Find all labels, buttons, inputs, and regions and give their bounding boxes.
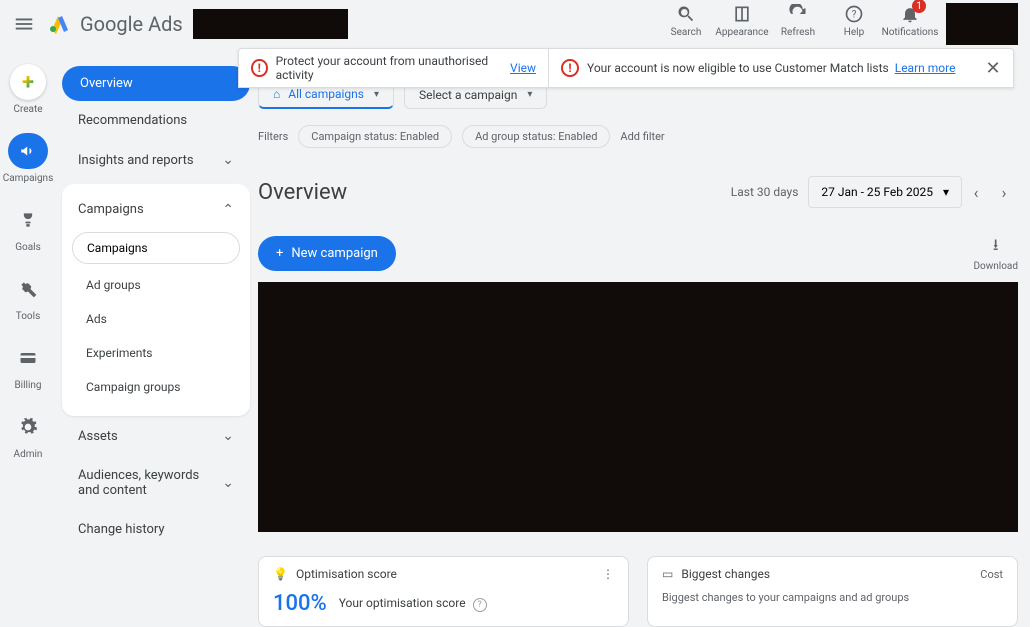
chevron-down-icon: ▾: [943, 185, 949, 199]
plus-icon: +: [22, 70, 34, 95]
search-button[interactable]: Search: [662, 3, 710, 38]
chip-campaign-status[interactable]: Campaign status: Enabled: [298, 125, 452, 148]
optimisation-score-label: Your optimisation score ?: [339, 596, 487, 612]
help-icon: ?: [844, 3, 864, 25]
summary-cards: 💡 Optimisation score ⋮ 100% Your optimis…: [258, 556, 1018, 627]
biggest-changes-sub: Biggest changes to your campaigns and ad…: [662, 591, 1003, 604]
nav-insights[interactable]: Insights and reports ⌄: [62, 140, 250, 180]
chevron-down-icon: ▾: [374, 89, 379, 100]
left-rail: + Create Campaigns Goals Tools Billing A…: [0, 56, 56, 460]
overview-header: Overview Last 30 days 27 Jan - 25 Feb 20…: [258, 176, 1018, 208]
gear-icon: [10, 409, 46, 445]
chevron-down-icon: ▾: [527, 89, 532, 100]
plus-icon: +: [276, 246, 283, 261]
trophy-icon: [10, 202, 46, 238]
nav-overview[interactable]: Overview: [62, 66, 250, 101]
rail-billing[interactable]: Billing: [10, 340, 46, 391]
nav-sub-adgroups[interactable]: Ad groups: [62, 268, 250, 302]
prev-period-button[interactable]: ‹: [962, 183, 990, 202]
date-range-picker[interactable]: 27 Jan - 25 Feb 2025 ▾: [808, 176, 962, 208]
card-optimisation-score: 💡 Optimisation score ⋮ 100% Your optimis…: [258, 556, 629, 627]
nav-change-history[interactable]: Change history: [62, 510, 250, 549]
hamburger-icon[interactable]: [12, 12, 36, 36]
product-name: Google Ads: [80, 12, 183, 36]
alert-bar: ! Protect your account from unauthorised…: [238, 48, 1014, 88]
google-ads-logo-icon: [48, 10, 72, 38]
nav-campaigns-header[interactable]: Campaigns ⌃: [62, 192, 250, 228]
nav-campaigns-group: Campaigns ⌃ Campaigns Ad groups Ads Expe…: [62, 184, 250, 416]
nav-sub-experiments[interactable]: Experiments: [62, 336, 250, 370]
megaphone-icon: [8, 133, 48, 169]
alert-learn-more-link[interactable]: Learn more: [895, 61, 956, 75]
appearance-icon: [732, 3, 752, 25]
search-icon: [676, 3, 696, 25]
filters-label: Filters: [258, 130, 288, 143]
card-icon: [10, 340, 46, 376]
chevron-down-icon: ⌄: [222, 475, 234, 491]
nav-assets[interactable]: Assets ⌄: [62, 416, 250, 456]
appearance-button[interactable]: Appearance: [718, 3, 766, 38]
notifications-button[interactable]: 1 Notifications: [886, 3, 934, 38]
download-icon: ⭳: [993, 234, 999, 261]
new-campaign-button[interactable]: + New campaign: [258, 236, 396, 271]
nav-recommendations[interactable]: Recommendations: [62, 101, 250, 140]
nav-sub-ads[interactable]: Ads: [62, 302, 250, 336]
refresh-button[interactable]: Refresh: [774, 3, 822, 38]
home-icon: ⌂: [273, 87, 280, 101]
alert-view-link[interactable]: View: [510, 61, 536, 75]
tools-icon: [10, 271, 46, 307]
chevron-down-icon: ⌄: [222, 428, 234, 444]
redacted-avatar: [946, 3, 1018, 45]
rail-admin[interactable]: Admin: [10, 409, 46, 460]
chevron-up-icon: ⌃: [222, 202, 234, 218]
redacted-chart: [258, 282, 1018, 532]
filters-row: Filters Campaign status: Enabled Ad grou…: [258, 125, 1018, 148]
chevron-down-icon: ⌄: [222, 152, 234, 168]
main-content: ⌂ All campaigns ▾ Select a campaign ▾ Fi…: [258, 76, 1018, 579]
add-filter-button[interactable]: Add filter: [620, 130, 664, 143]
rail-campaigns[interactable]: Campaigns: [3, 133, 54, 184]
help-button[interactable]: ? Help: [830, 3, 878, 38]
redacted-account: [193, 9, 348, 39]
optimisation-score-value: 100%: [273, 591, 327, 616]
rail-goals[interactable]: Goals: [10, 202, 46, 253]
rail-tools[interactable]: Tools: [10, 271, 46, 322]
help-icon[interactable]: ?: [473, 598, 487, 612]
card-biggest-changes: ▭ Biggest changes Cost Biggest changes t…: [647, 556, 1018, 627]
alert-customer-match: ! Your account is now eligible to use Cu…: [549, 49, 973, 87]
download-button[interactable]: ⭳ Download: [973, 234, 1018, 272]
nav-audiences[interactable]: Audiences, keywords and content ⌄: [62, 456, 250, 510]
chip-adgroup-status[interactable]: Ad group status: Enabled: [462, 125, 610, 148]
refresh-icon: [788, 3, 808, 25]
header-actions: Search Appearance Refresh ? Help 1 Noti: [662, 3, 1018, 45]
app-header: Google Ads Search Appearance Refresh ?: [0, 0, 1030, 48]
alert-icon: !: [561, 59, 579, 77]
alert-icon: !: [251, 59, 268, 77]
next-period-button[interactable]: ›: [990, 183, 1018, 202]
svg-text:?: ?: [852, 9, 857, 20]
create-button[interactable]: + Create: [10, 64, 46, 115]
notification-badge: 1: [912, 0, 926, 13]
nav-sub-campaigns[interactable]: Campaigns: [72, 232, 240, 264]
alert-security: ! Protect your account from unauthorised…: [239, 49, 549, 87]
date-preset-label: Last 30 days: [731, 185, 799, 199]
nav-sub-campaign-groups[interactable]: Campaign groups: [62, 370, 250, 404]
logo[interactable]: Google Ads: [48, 10, 183, 38]
side-nav: Overview Recommendations Insights and re…: [62, 66, 250, 549]
close-icon[interactable]: ✕: [973, 58, 1013, 79]
page-title: Overview: [258, 180, 347, 205]
action-row: + New campaign ⭳ Download: [258, 234, 1018, 272]
